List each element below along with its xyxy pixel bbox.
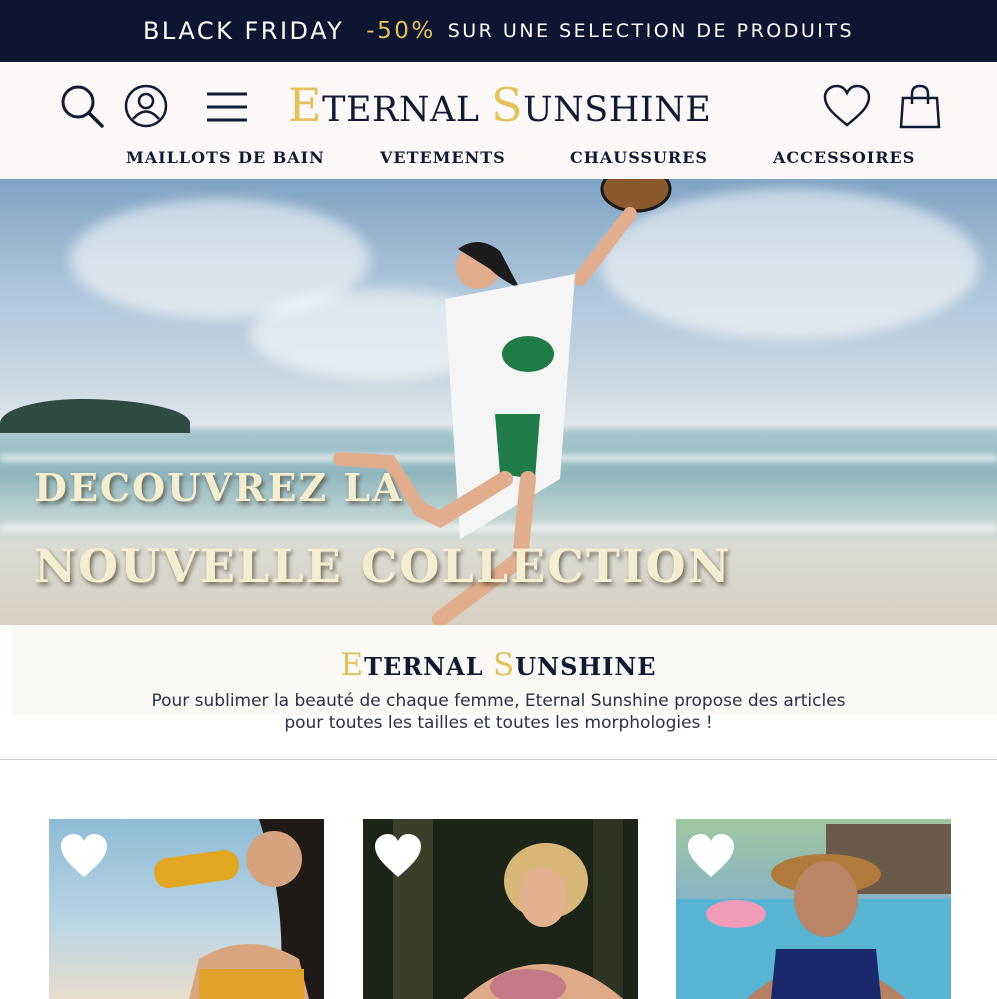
site-header: ETERNAL SUNSHINE MAILLOTS DE BAIN VETEME… [0, 62, 997, 179]
favorite-icon[interactable] [686, 833, 736, 884]
favorite-icon[interactable] [59, 833, 109, 884]
site-logo[interactable]: ETERNAL SUNSHINE [288, 78, 712, 132]
promo-discount: -50% [366, 18, 436, 44]
product-card[interactable] [676, 819, 951, 999]
brand-description-line1: Pour sublimer la beauté de chaque femme,… [151, 691, 846, 711]
brand-e-rest: TERNAL [364, 652, 484, 681]
brand-title: ETERNAL SUNSHINE [0, 647, 997, 683]
hero-title-line2: NOUVELLE COLLECTION [34, 539, 732, 593]
logo-s-cap: S [491, 78, 524, 132]
account-icon[interactable] [124, 84, 168, 128]
nav-maillots[interactable]: MAILLOTS DE BAIN [126, 148, 325, 167]
brand-s-cap: S [492, 647, 516, 683]
search-icon[interactable] [60, 84, 104, 128]
hero-title-line1: DECOUVREZ LA [34, 465, 404, 510]
logo-e-cap: E [288, 78, 323, 132]
menu-icon[interactable] [205, 90, 249, 124]
promo-text: SUR UNE SELECTION DE PRODUITS [447, 20, 855, 42]
heart-icon[interactable] [822, 84, 872, 128]
section-divider [0, 759, 997, 760]
product-card[interactable] [49, 819, 324, 999]
shopping-bag-icon[interactable] [898, 84, 942, 130]
brand-description-line2: pour toutes les tailles et toutes les mo… [284, 713, 713, 733]
brand-description: Pour sublimer la beauté de chaque femme,… [0, 690, 997, 734]
promo-banner[interactable]: BLACK FRIDAY -50% SUR UNE SELECTION DE P… [0, 0, 997, 62]
logo-s-rest: UNSHINE [523, 90, 712, 130]
nav-chaussures[interactable]: CHAUSSURES [570, 148, 708, 167]
hero-banner[interactable]: DECOUVREZ LA NOUVELLE COLLECTION [0, 179, 997, 625]
favorite-icon[interactable] [373, 833, 423, 884]
logo-e-rest: TERNAL [322, 90, 480, 130]
nav-vetements[interactable]: VETEMENTS [380, 148, 506, 167]
product-card[interactable] [363, 819, 638, 999]
brand-s-rest: UNSHINE [515, 652, 657, 681]
promo-label: BLACK FRIDAY [142, 17, 345, 45]
brand-e-cap: E [340, 647, 365, 683]
nav-accessoires[interactable]: ACCESSOIRES [773, 148, 915, 167]
